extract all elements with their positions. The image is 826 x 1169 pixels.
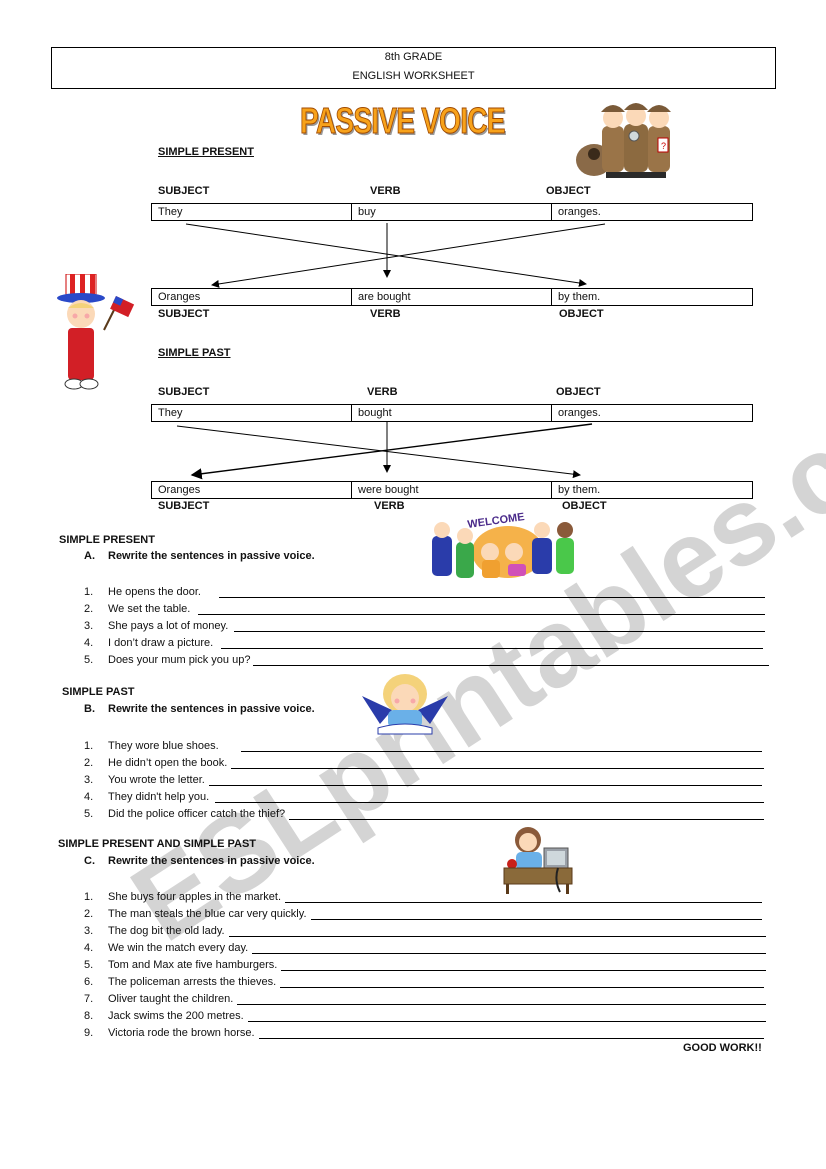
exercise-list: 1. He opens the door. 2. We set the table.…: [84, 581, 769, 666]
answer-line[interactable]: [289, 809, 764, 820]
label-verb: VERB: [370, 308, 401, 320]
list-item: 8. Jack swims the 200 metres.: [84, 1005, 766, 1022]
exercise-instruction: C. Rewrite the sentences in passive voic…: [84, 855, 315, 867]
label-object: OBJECT: [556, 386, 601, 398]
answer-line[interactable]: [285, 892, 762, 903]
list-item: 9. Victoria rode the brown horse.: [84, 1022, 766, 1039]
exercise-list: 1. They wore blue shoes. 2. He didn’t open…: [84, 735, 764, 820]
list-item: 5. Did the police officer catch the thief…: [84, 803, 764, 820]
passive-sentence-row: Oranges are bought by them.: [151, 288, 753, 306]
list-item: 4. We win the match every day.: [84, 937, 766, 954]
active-verb: bought: [352, 405, 552, 421]
label-object: OBJECT: [559, 308, 604, 320]
answer-line[interactable]: [218, 587, 765, 598]
passive-subject: Oranges: [152, 289, 352, 305]
answer-line[interactable]: [252, 943, 766, 954]
answer-line[interactable]: [221, 638, 763, 649]
answer-line[interactable]: [247, 1011, 766, 1022]
active-sentence-row: They buy oranges.: [151, 203, 753, 221]
diagram-section-title: SIMPLE PAST: [158, 347, 231, 359]
arrow-object-to-subject: [211, 223, 606, 288]
list-item: 4. I don’t draw a picture.: [84, 632, 765, 649]
answer-line[interactable]: [280, 977, 764, 988]
label-subject: SUBJECT: [158, 308, 210, 320]
answer-line[interactable]: [198, 604, 765, 615]
list-item: 3. She pays a lot of money.: [84, 615, 765, 632]
answer-line[interactable]: [228, 926, 766, 937]
answer-line[interactable]: [215, 792, 764, 803]
answer-line[interactable]: [234, 621, 765, 632]
active-verb: buy: [352, 204, 552, 220]
answer-line[interactable]: [208, 775, 762, 786]
list-item: 2. The man steals the blue car very quick…: [84, 903, 766, 920]
arrow-object-to-subject: [190, 423, 593, 480]
list-item: 1. He opens the door.: [84, 581, 765, 598]
list-item: 6. The policeman arrests the thieves.: [84, 971, 766, 988]
welcome-kids-clipart-icon: WELCOME: [432, 511, 574, 578]
list-item: 4. They didn't help you.: [84, 786, 764, 803]
list-item: 2. We set the table.: [84, 598, 765, 615]
answer-line[interactable]: [281, 960, 766, 971]
answer-line[interactable]: [258, 1028, 764, 1039]
answer-line[interactable]: [240, 741, 762, 752]
active-subject: They: [152, 204, 352, 220]
active-object: oranges.: [558, 206, 601, 218]
list-item: 1. They wore blue shoes.: [84, 735, 764, 752]
exercise-letter: A.: [84, 550, 95, 562]
answer-line[interactable]: [237, 994, 766, 1005]
reading-girl-clipart-icon: [362, 674, 448, 735]
passive-object: by them.: [558, 291, 601, 303]
instruction-text: Rewrite the sentences in passive voice.: [108, 855, 315, 867]
exercise-instruction: A. Rewrite the sentences in passive voic…: [84, 550, 315, 562]
passive-sentence-row: Oranges were bought by them.: [151, 481, 753, 499]
diagram-arrows: [176, 223, 606, 480]
answer-line[interactable]: [253, 655, 769, 666]
list-item: 1. She buys four apples in the market.: [84, 886, 766, 903]
list-item: 3. You wrote the letter.: [84, 769, 764, 786]
list-item: 3. The dog bit the old lady.: [84, 920, 766, 937]
list-item: 5. Does your mum pick you up?: [84, 649, 769, 666]
list-item: 2. He didn’t open the book.: [84, 752, 764, 769]
list-item: 5. Tom and Max ate five hamburgers.: [84, 954, 766, 971]
exercise-section-title: SIMPLE PRESENT AND SIMPLE PAST: [58, 838, 257, 850]
instruction-text: Rewrite the sentences in passive voice.: [108, 550, 315, 562]
passive-verb: are bought: [352, 289, 552, 305]
label-verb: VERB: [374, 500, 405, 512]
exercise-instruction: B. Rewrite the sentences in passive voic…: [84, 703, 315, 715]
label-object: OBJECT: [546, 185, 591, 197]
label-subject: SUBJECT: [158, 500, 210, 512]
exercise-section-title: SIMPLE PRESENT: [59, 534, 155, 546]
teacher-at-desk-clipart-icon: [503, 827, 573, 894]
exercise-section-title: SIMPLE PAST: [62, 686, 135, 698]
exercise-list: 1. She buys four apples in the market. 2.…: [84, 886, 766, 1039]
passive-subject: Oranges: [152, 482, 352, 498]
label-subject: SUBJECT: [158, 386, 210, 398]
exercise-letter: B.: [84, 703, 95, 715]
diagram-section-title: SIMPLE PRESENT: [158, 146, 254, 158]
good-work-footer: GOOD WORK!!: [683, 1042, 762, 1054]
label-subject: SUBJECT: [158, 185, 210, 197]
label-verb: VERB: [367, 386, 398, 398]
passive-verb: were bought: [352, 482, 552, 498]
active-object: oranges.: [558, 407, 601, 419]
instruction-text: Rewrite the sentences in passive voice.: [108, 703, 315, 715]
passive-object: by them.: [558, 484, 601, 496]
exercise-letter: C.: [84, 855, 95, 867]
label-verb: VERB: [370, 185, 401, 197]
answer-line[interactable]: [231, 758, 764, 769]
arrow-subject-to-object: [185, 223, 587, 287]
list-item: 7. Oliver taught the children.: [84, 988, 766, 1005]
answer-line[interactable]: [310, 909, 762, 920]
active-subject: They: [152, 405, 352, 421]
active-sentence-row: They bought oranges.: [151, 404, 753, 422]
